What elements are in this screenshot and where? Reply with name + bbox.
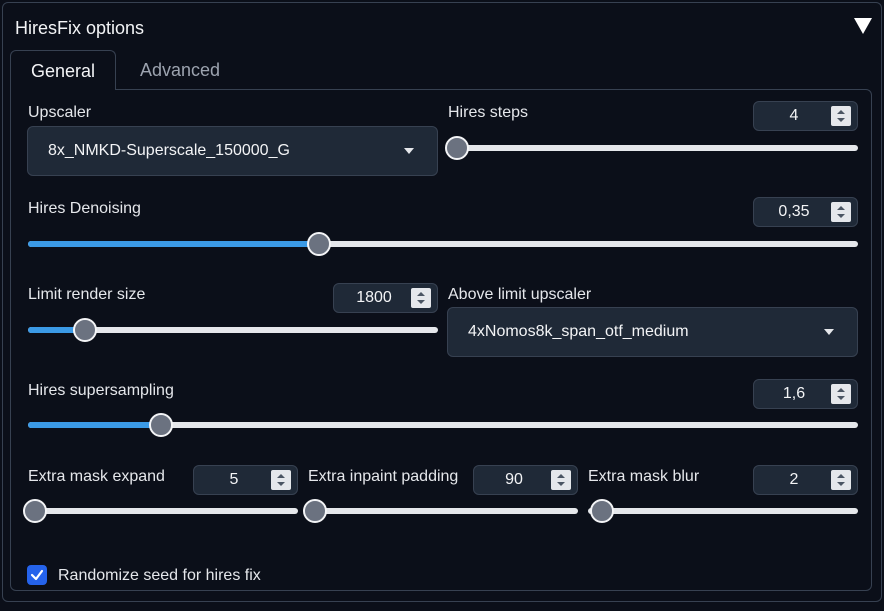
above-limit-upscaler-label: Above limit upscaler bbox=[448, 286, 592, 303]
extra-mask-blur-value: 2 bbox=[789, 471, 799, 488]
slider-thumb[interactable] bbox=[445, 136, 469, 160]
slider-track bbox=[457, 145, 858, 151]
limit-render-size-label: Limit render size bbox=[28, 286, 146, 303]
extra-inpaint-padding-slider[interactable] bbox=[303, 499, 578, 523]
hires-denoising-label: Hires Denoising bbox=[28, 200, 141, 217]
above-limit-upscaler-dropdown[interactable]: 4xNomos8k_span_otf_medium bbox=[447, 307, 858, 357]
extra-mask-blur-input[interactable]: 2 bbox=[753, 465, 858, 495]
hires-supersampling-slider[interactable] bbox=[28, 413, 858, 437]
extra-inpaint-padding-label: Extra inpaint padding bbox=[308, 468, 459, 485]
hires-supersampling-value: 1,6 bbox=[782, 385, 806, 402]
upscaler-label: Upscaler bbox=[28, 104, 92, 121]
slider-fill bbox=[28, 241, 319, 247]
spinner-arrows-icon[interactable] bbox=[831, 470, 851, 490]
hires-steps-slider[interactable] bbox=[445, 136, 858, 160]
spinner-arrows-icon[interactable] bbox=[411, 288, 431, 308]
spinner-arrows-icon[interactable] bbox=[831, 384, 851, 404]
hires-supersampling-label: Hires supersampling bbox=[28, 382, 174, 399]
hires-denoising-input[interactable]: 0,35 bbox=[753, 197, 858, 227]
slider-thumb[interactable] bbox=[148, 413, 173, 437]
extra-mask-expand-label: Extra mask expand bbox=[28, 468, 165, 485]
spinner-arrows-icon[interactable] bbox=[831, 202, 851, 222]
extra-mask-expand-slider[interactable] bbox=[23, 499, 298, 523]
randomize-seed-checkbox[interactable] bbox=[27, 565, 47, 585]
tab-general[interactable]: General bbox=[10, 50, 116, 90]
extra-mask-blur-label: Extra mask blur bbox=[588, 468, 700, 485]
limit-render-size-slider[interactable] bbox=[28, 318, 438, 342]
limit-render-size-input[interactable]: 1800 bbox=[333, 283, 438, 313]
slider-fill bbox=[28, 422, 161, 428]
extra-inpaint-padding-value: 90 bbox=[505, 471, 523, 488]
caret-down-icon bbox=[403, 147, 415, 155]
spinner-arrows-icon[interactable] bbox=[831, 106, 851, 126]
limit-render-size-value: 1800 bbox=[356, 289, 392, 306]
hires-steps-value: 4 bbox=[789, 107, 799, 124]
slider-track bbox=[308, 508, 578, 514]
collapse-triangle-icon[interactable] bbox=[853, 17, 873, 35]
extra-mask-expand-input[interactable]: 5 bbox=[193, 465, 298, 495]
slider-thumb[interactable] bbox=[73, 318, 98, 342]
upscaler-value: 8x_NMKD-Superscale_150000_G bbox=[48, 142, 290, 159]
extra-mask-blur-slider[interactable] bbox=[588, 499, 858, 523]
slider-thumb[interactable] bbox=[303, 499, 327, 523]
slider-thumb[interactable] bbox=[590, 499, 614, 523]
spinner-arrows-icon[interactable] bbox=[271, 470, 291, 490]
extra-mask-expand-value: 5 bbox=[229, 471, 239, 488]
slider-track bbox=[28, 508, 298, 514]
panel-title[interactable]: HiresFix options bbox=[15, 18, 144, 39]
slider-track bbox=[588, 508, 858, 514]
hires-steps-label: Hires steps bbox=[448, 104, 529, 121]
tab-advanced[interactable]: Advanced bbox=[124, 50, 236, 90]
hires-supersampling-input[interactable]: 1,6 bbox=[753, 379, 858, 409]
slider-thumb[interactable] bbox=[306, 232, 331, 256]
hires-steps-input[interactable]: 4 bbox=[753, 101, 858, 131]
above-limit-upscaler-value: 4xNomos8k_span_otf_medium bbox=[468, 323, 689, 340]
spinner-arrows-icon[interactable] bbox=[551, 470, 571, 490]
hires-denoising-slider[interactable] bbox=[28, 232, 858, 256]
caret-down-icon bbox=[823, 328, 835, 336]
hires-denoising-value: 0,35 bbox=[778, 203, 810, 220]
upscaler-dropdown[interactable]: 8x_NMKD-Superscale_150000_G bbox=[27, 126, 438, 176]
extra-inpaint-padding-input[interactable]: 90 bbox=[473, 465, 578, 495]
slider-thumb[interactable] bbox=[23, 499, 47, 523]
check-icon bbox=[30, 569, 44, 581]
randomize-seed-label[interactable]: Randomize seed for hires fix bbox=[58, 567, 261, 585]
